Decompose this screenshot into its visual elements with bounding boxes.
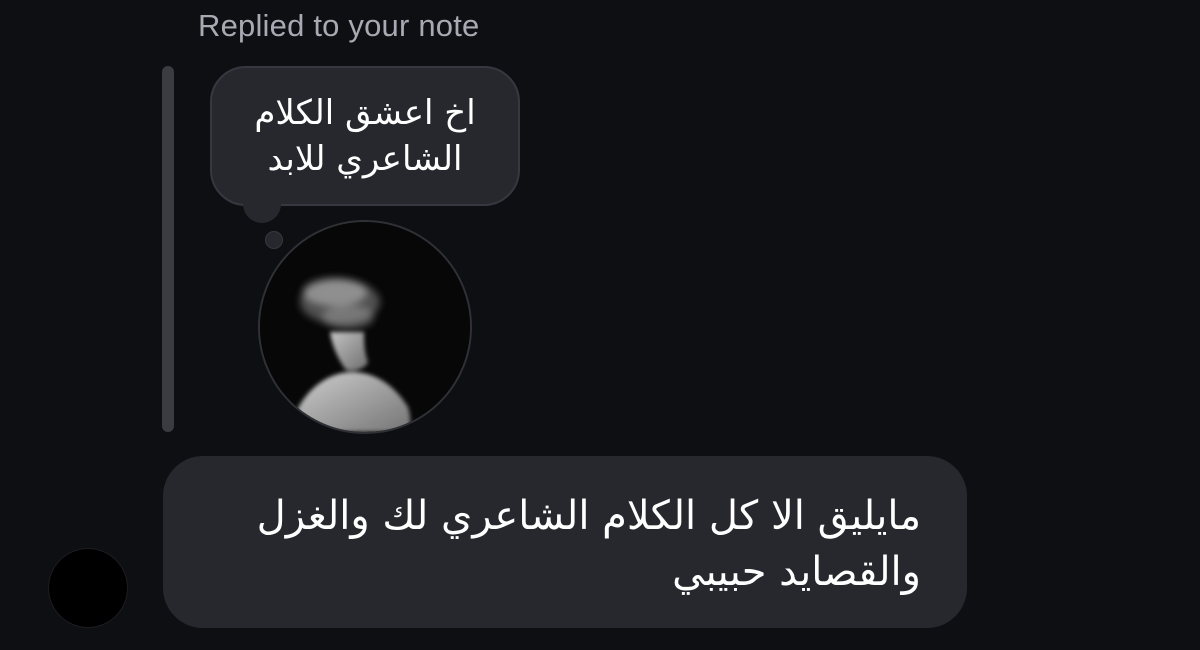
reply-context-label: Replied to your note bbox=[198, 8, 480, 43]
message-text: مايليق الا كل الكلام الشاعري لك والغزل و… bbox=[256, 493, 921, 595]
note-bubble-tail-dot bbox=[265, 231, 283, 249]
note-bubble[interactable]: اخ اعشق الكلام الشاعري للابد bbox=[210, 66, 520, 206]
sender-avatar[interactable] bbox=[48, 548, 128, 628]
note-text: اخ اعشق الكلام الشاعري للابد bbox=[254, 93, 476, 179]
note-bubble-tail bbox=[243, 196, 281, 223]
note-avatar[interactable] bbox=[258, 220, 472, 434]
quote-bar bbox=[162, 66, 174, 432]
blurred-portrait-image bbox=[260, 222, 470, 432]
message-bubble[interactable]: مايليق الا كل الكلام الشاعري لك والغزل و… bbox=[163, 456, 967, 628]
